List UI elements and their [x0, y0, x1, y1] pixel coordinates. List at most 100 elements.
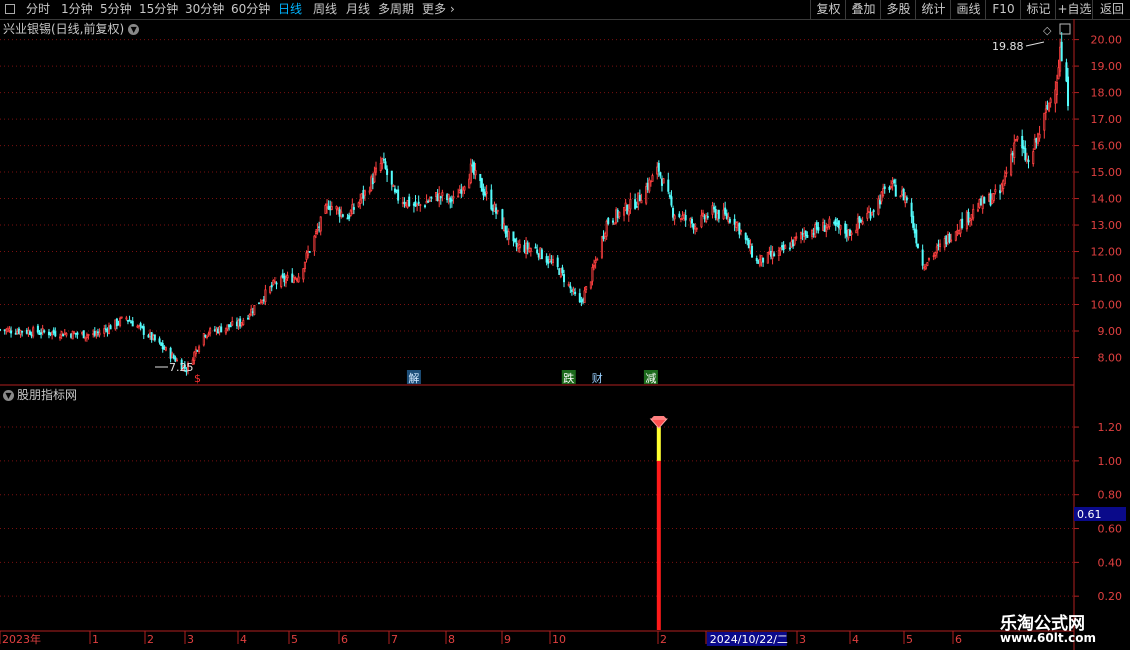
- candle-body: [360, 193, 363, 199]
- candle-body: [141, 325, 144, 329]
- time-tick-label: 8: [448, 633, 455, 646]
- candle-body: [611, 220, 615, 223]
- candle-body: [678, 213, 681, 218]
- candle-body: [204, 334, 207, 338]
- candle-body: [572, 289, 575, 292]
- candle-body: [883, 186, 886, 189]
- candle-body: [861, 221, 864, 225]
- price-tick-label: 18.00: [1091, 87, 1123, 100]
- candle-body: [627, 210, 630, 216]
- candle-body: [769, 250, 772, 257]
- candle-body: [19, 330, 22, 335]
- candle-body: [771, 251, 774, 259]
- candle-body: [877, 198, 880, 215]
- candle-body: [125, 317, 128, 320]
- candle-body: [607, 217, 610, 224]
- candle-body: [926, 262, 929, 266]
- candle-body: [316, 228, 319, 231]
- kline-chart[interactable]: $ 解跌财减 8.009.0010.0011.0012.0013.0014.001…: [0, 0, 1130, 650]
- candle-body: [828, 218, 831, 228]
- candle-body: [272, 280, 275, 286]
- candle-body: [392, 184, 395, 188]
- candle-body: [54, 331, 57, 337]
- candle-body: [939, 243, 942, 247]
- candle-body: [878, 199, 882, 205]
- candle-body: [359, 199, 362, 204]
- candle-body: [217, 328, 220, 334]
- candle-body: [357, 202, 360, 207]
- candle-body: [716, 212, 719, 220]
- candle-body: [1060, 41, 1063, 62]
- candle-body: [934, 251, 937, 256]
- candle-body: [1024, 148, 1027, 161]
- candle-body: [867, 211, 870, 213]
- candle-body: [196, 349, 199, 352]
- candle-body: [558, 268, 561, 275]
- candle-body: [368, 190, 371, 193]
- candle-body: [561, 267, 564, 274]
- candle-body: [547, 259, 550, 264]
- candle-body: [855, 229, 858, 234]
- candle-body: [703, 215, 706, 220]
- indicator-bar-segment: [656, 427, 661, 461]
- candle-body: [93, 330, 96, 336]
- candle-body: [109, 325, 112, 330]
- candle-body: [262, 299, 265, 302]
- candle-body: [551, 259, 554, 263]
- price-tick-label: 20.00: [1091, 34, 1123, 47]
- candle-body: [954, 231, 957, 241]
- candle-body: [994, 189, 997, 193]
- candle-body: [450, 199, 453, 202]
- candle-body: [722, 209, 725, 220]
- candle-body: [1049, 98, 1052, 104]
- candle-body: [313, 235, 316, 252]
- candle-body: [393, 188, 396, 193]
- candle-body: [438, 192, 441, 202]
- candle-body: [645, 186, 648, 204]
- indicator-tick-label: 1.20: [1098, 421, 1123, 434]
- candle-body: [25, 329, 28, 334]
- candle-body: [605, 220, 608, 237]
- candle-body: [837, 220, 840, 229]
- candle-body: [689, 218, 692, 222]
- candle-body: [839, 225, 842, 230]
- candle-body: [935, 246, 938, 254]
- candle-body: [744, 232, 747, 240]
- candle-body: [569, 285, 572, 289]
- candle-body: [484, 191, 487, 196]
- candle-body: [725, 213, 728, 219]
- candle-body: [324, 205, 327, 214]
- candle-body: [496, 209, 499, 212]
- candle-body: [51, 331, 54, 336]
- candle-body: [755, 257, 758, 262]
- time-tick-label: 5: [906, 633, 913, 646]
- candle-body: [106, 329, 109, 333]
- candle-body: [635, 206, 638, 208]
- candle-body: [501, 209, 504, 230]
- candle-body: [215, 328, 218, 332]
- candle-body: [932, 255, 935, 258]
- price-tick-label: 15.00: [1091, 166, 1123, 179]
- candle-body: [239, 318, 242, 327]
- candle-body: [198, 346, 201, 352]
- candle-body: [777, 250, 780, 256]
- time-tick-label: 4: [240, 633, 247, 646]
- candle-body: [397, 189, 400, 201]
- candle-body: [540, 249, 543, 260]
- diamond-icon[interactable]: ◇: [1043, 24, 1052, 37]
- candle-body: [604, 233, 607, 237]
- candle-body: [781, 245, 784, 248]
- candle-body: [14, 332, 17, 335]
- candle-body: [822, 222, 825, 231]
- candle-body: [847, 229, 850, 239]
- price-tick-label: 12.00: [1091, 246, 1123, 259]
- candle-body: [73, 332, 76, 335]
- candle-body: [264, 289, 267, 302]
- candle-body: [329, 206, 332, 211]
- candle-body: [327, 205, 330, 210]
- candle-body: [517, 244, 520, 249]
- event-marker: 减: [645, 372, 656, 385]
- candle-body: [893, 179, 896, 184]
- candle-body: [330, 206, 333, 210]
- candle-body: [684, 214, 687, 221]
